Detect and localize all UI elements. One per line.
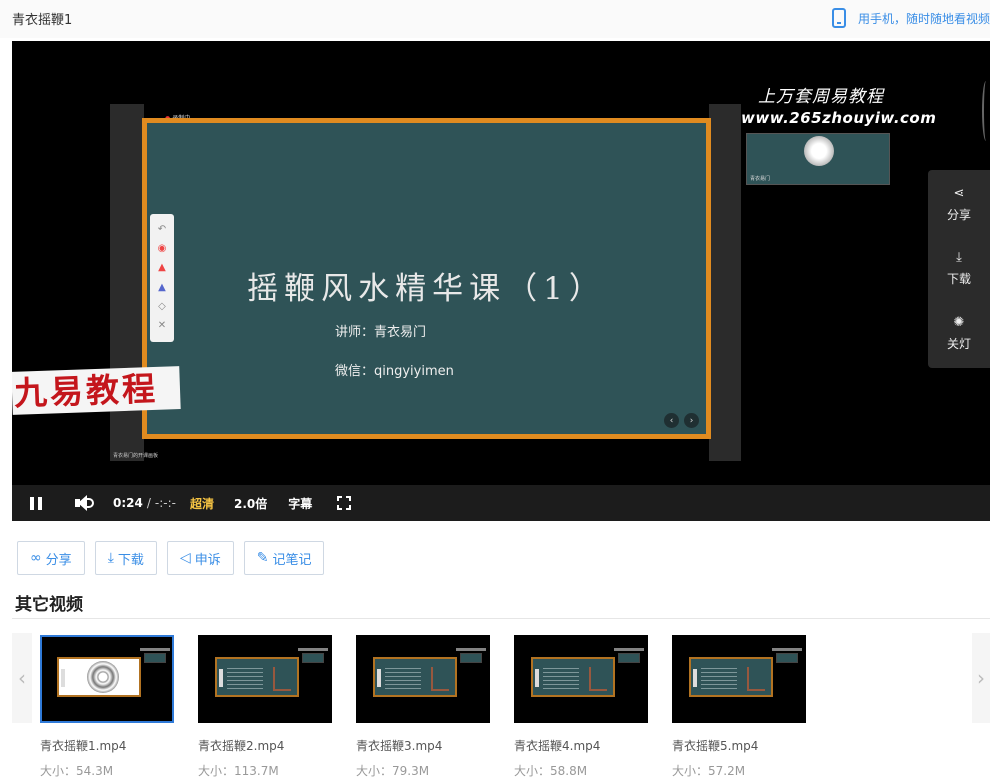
quality-button[interactable]: 超清 (190, 495, 214, 512)
side-lights-off-button[interactable]: ✺ 关灯 (928, 315, 990, 352)
video-size: 大小：58.8M (514, 764, 588, 778)
close-icon: ✕ (157, 320, 167, 332)
chevron-right-icon: › (977, 666, 985, 690)
download-button-label: 下载 (117, 552, 144, 568)
mobile-watch-link[interactable]: 用手机，随时随地看视频 (831, 8, 990, 28)
video-card[interactable]: 青衣摇鞭3.mp4 大小：79.3M (356, 635, 490, 779)
camera-disc-icon (804, 136, 834, 166)
video-name[interactable]: 青衣摇鞭5.mp4 (672, 737, 806, 754)
video-player[interactable]: 录制中 摇鞭风水精华课（1） 讲师：青衣易门 微信：qingyiyimen ‹ … (12, 41, 990, 521)
video-name[interactable]: 青衣摇鞭4.mp4 (514, 737, 648, 754)
video-name[interactable]: 青衣摇鞭2.mp4 (198, 737, 332, 754)
watermark-stamp: 九易教程 (12, 366, 181, 415)
player-side-panel: ⋖ 分享 ⤓ 下载 ✺ 关灯 (928, 170, 990, 368)
share-button[interactable]: ∞ 分享 (17, 541, 85, 575)
video-card[interactable]: 青衣摇鞭1.mp4 大小：54.3M (40, 635, 174, 779)
pen-red-icon: ▲ (158, 262, 166, 274)
video-blackboard: 摇鞭风水精华课（1） 讲师：青衣易门 微信：qingyiyimen ‹ › (142, 118, 711, 439)
section-divider (12, 618, 990, 619)
video-card[interactable]: 青衣摇鞭2.mp4 大小：113.7M (198, 635, 332, 779)
page-title: 青衣摇鞭1 (12, 13, 73, 28)
video-thumbnail[interactable] (514, 635, 648, 723)
video-size: 大小：57.2M (672, 764, 746, 778)
camera-caption: 青衣易门 (750, 176, 771, 182)
video-card[interactable]: 青衣摇鞭5.mp4 大小：57.2M (672, 635, 806, 779)
side-download-label: 下载 (946, 272, 971, 286)
megaphone-icon: ◁ (179, 550, 191, 566)
watermark-url: www.265zhouyiw.com (741, 109, 937, 127)
download-button[interactable]: ⤓ 下载 (94, 541, 157, 575)
stand-caption: 青衣易门的开课画板 (113, 453, 159, 459)
video-thumbnail[interactable] (198, 635, 332, 723)
side-lights-off-label: 关灯 (946, 337, 971, 351)
download-icon: ⤓ (107, 550, 114, 566)
other-videos-heading: 其它视频 (15, 595, 83, 615)
board-lecturer: 讲师：青衣易门 (335, 325, 427, 340)
share-button-label: 分享 (45, 552, 72, 568)
header: 青衣摇鞭1 用手机，随时随地看视频 (0, 0, 990, 38)
notes-button[interactable]: ✎ 记笔记 (243, 541, 325, 575)
side-download-button[interactable]: ⤓ 下载 (928, 250, 990, 287)
board-prev-icon: ‹ (664, 413, 679, 428)
pencil-icon: ✎ (256, 550, 269, 566)
time-separator: / (146, 496, 151, 510)
board-slide-nav: ‹ › (664, 413, 699, 428)
side-share-button[interactable]: ⋖ 分享 (928, 186, 990, 223)
video-name[interactable]: 青衣摇鞭1.mp4 (40, 737, 174, 754)
undo-icon: ↶ (157, 223, 167, 235)
board-wechat: 微信：qingyiyimen (335, 364, 454, 379)
duration: -:-:- (154, 496, 176, 510)
eraser-icon: ◇ (158, 300, 166, 312)
action-bar: ∞ 分享 ⤓ 下载 ◁ 申诉 ✎ 记笔记 (17, 541, 334, 575)
pen-blue-icon: ▲ (158, 281, 166, 293)
report-button[interactable]: ◁ 申诉 (166, 541, 234, 575)
record-icon: ◉ (157, 242, 167, 254)
board-toolbar: ↶ ◉ ▲ ▲ ◇ ✕ (150, 214, 174, 342)
board-title: 摇鞭风水精华课（1） (247, 271, 606, 307)
report-button-label: 申诉 (194, 552, 221, 568)
board-next-icon: › (684, 413, 699, 428)
fullscreen-icon[interactable] (337, 496, 352, 510)
mobile-phone-icon (831, 8, 846, 28)
video-thumbnail[interactable] (356, 635, 490, 723)
notes-button-label: 记笔记 (272, 552, 312, 568)
chevron-left-icon: ‹ (18, 666, 26, 690)
video-size: 大小：79.3M (356, 764, 430, 778)
lightbulb-icon: ✺ (953, 315, 965, 330)
mobile-watch-label: 用手机，随时随地看视频 (857, 11, 990, 26)
pause-icon[interactable] (30, 496, 42, 510)
watermark-chinese: 上万套周易教程 (758, 87, 884, 107)
volume-icon[interactable] (75, 494, 95, 512)
video-thumbnail[interactable] (672, 635, 806, 723)
video-card[interactable]: 青衣摇鞭4.mp4 大小：58.8M (514, 635, 648, 779)
side-share-label: 分享 (946, 208, 971, 222)
presenter-camera-thumbnail: 青衣易门 (746, 133, 890, 185)
video-size: 大小：54.3M (40, 764, 114, 778)
player-control-bar: 0:24 / -:-:- 超清 2.0倍 字幕 (12, 485, 990, 521)
video-size: 大小：113.7M (198, 764, 279, 778)
decorative-curve (982, 81, 990, 141)
carousel-next-button[interactable]: › (972, 633, 990, 723)
whiteboard-stand-right (709, 104, 741, 461)
subtitle-button[interactable]: 字幕 (288, 495, 312, 512)
current-time: 0:24 (113, 496, 143, 510)
speed-button[interactable]: 2.0倍 (234, 495, 267, 512)
carousel-prev-button[interactable]: ‹ (12, 633, 32, 723)
share-icon: ⋖ (953, 186, 965, 201)
download-icon: ⤓ (956, 250, 962, 265)
video-thumbnail[interactable] (40, 635, 174, 723)
share-nodes-icon: ∞ (30, 550, 42, 566)
video-name[interactable]: 青衣摇鞭3.mp4 (356, 737, 490, 754)
